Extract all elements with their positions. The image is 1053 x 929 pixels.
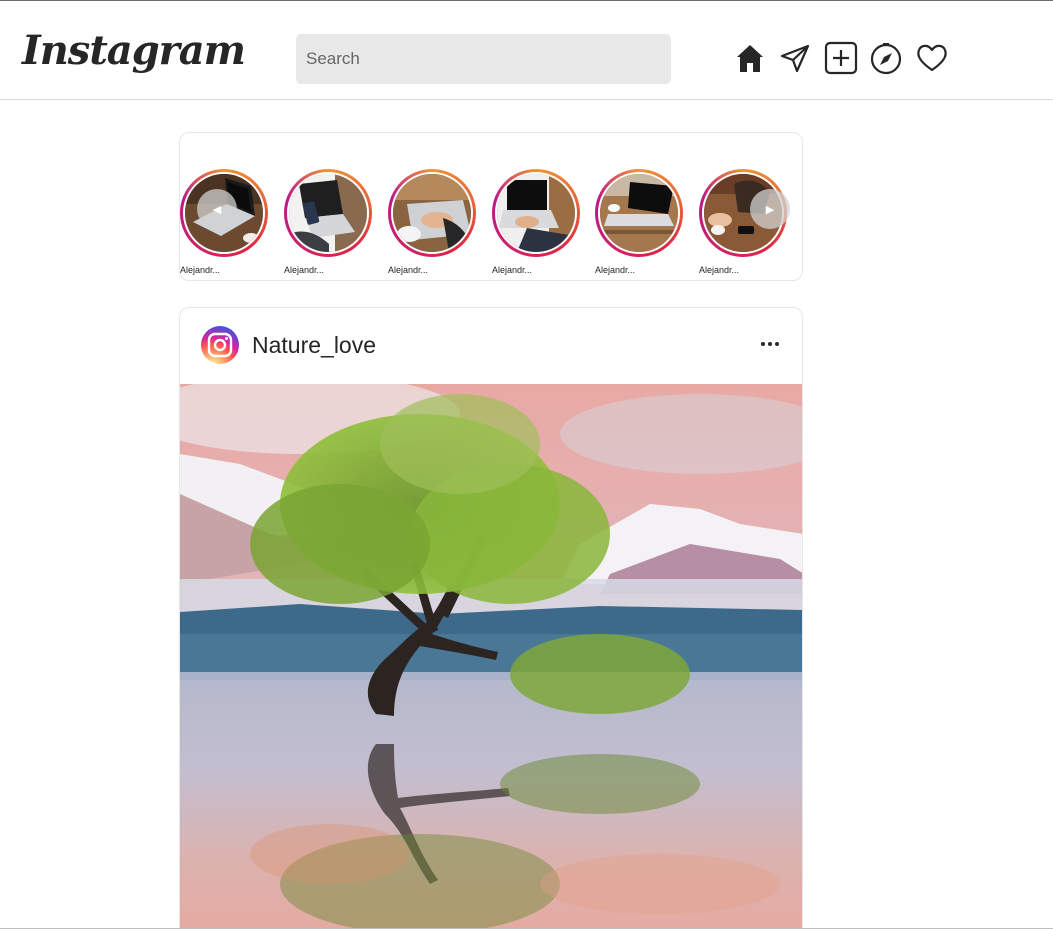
feed-post: Nature_love	[179, 307, 803, 929]
stories-bar: Alejandr... ◀ Alejandr... Alejandr... Al…	[179, 132, 803, 281]
home-icon[interactable]	[733, 41, 767, 75]
story-username: Alejandr...	[284, 265, 325, 275]
more-options-icon[interactable]	[758, 332, 782, 356]
search-input[interactable]	[296, 34, 671, 84]
story-item[interactable]: Alejandr...	[388, 169, 478, 275]
chevron-left-icon: ◀	[212, 203, 222, 216]
story-item[interactable]: Alejandr...	[492, 169, 582, 275]
story-next-button[interactable]: ▶	[750, 189, 790, 229]
post-avatar[interactable]	[201, 326, 239, 364]
story-username: Alejandr...	[595, 265, 636, 275]
story-ring	[388, 169, 476, 257]
story-ring	[492, 169, 580, 257]
story-username: Alejandr...	[492, 265, 533, 275]
story-username: Alejandr...	[699, 265, 740, 275]
new-post-icon[interactable]	[824, 41, 858, 75]
story-ring	[595, 169, 683, 257]
story-item[interactable]: Alejandr...	[284, 169, 374, 275]
story-prev-button[interactable]: ◀	[197, 189, 237, 229]
story-username: Alejandr...	[388, 265, 429, 275]
story-thumbnail	[495, 172, 577, 254]
story-thumbnail	[598, 172, 680, 254]
story-thumbnail	[391, 172, 473, 254]
story-ring	[284, 169, 372, 257]
story-item[interactable]: Alejandr...	[595, 169, 685, 275]
story-thumbnail	[287, 172, 369, 254]
instagram-camera-icon	[207, 332, 233, 358]
story-username: Alejandr...	[180, 265, 221, 275]
post-username[interactable]: Nature_love	[252, 332, 376, 359]
chevron-right-icon: ▶	[765, 203, 775, 216]
post-image[interactable]	[180, 384, 802, 929]
activity-heart-icon[interactable]	[915, 41, 949, 75]
instagram-logo[interactable]: Instagram	[22, 27, 246, 74]
send-icon[interactable]	[778, 41, 812, 75]
top-navbar: Instagram	[0, 1, 1053, 100]
explore-icon[interactable]	[869, 41, 903, 75]
